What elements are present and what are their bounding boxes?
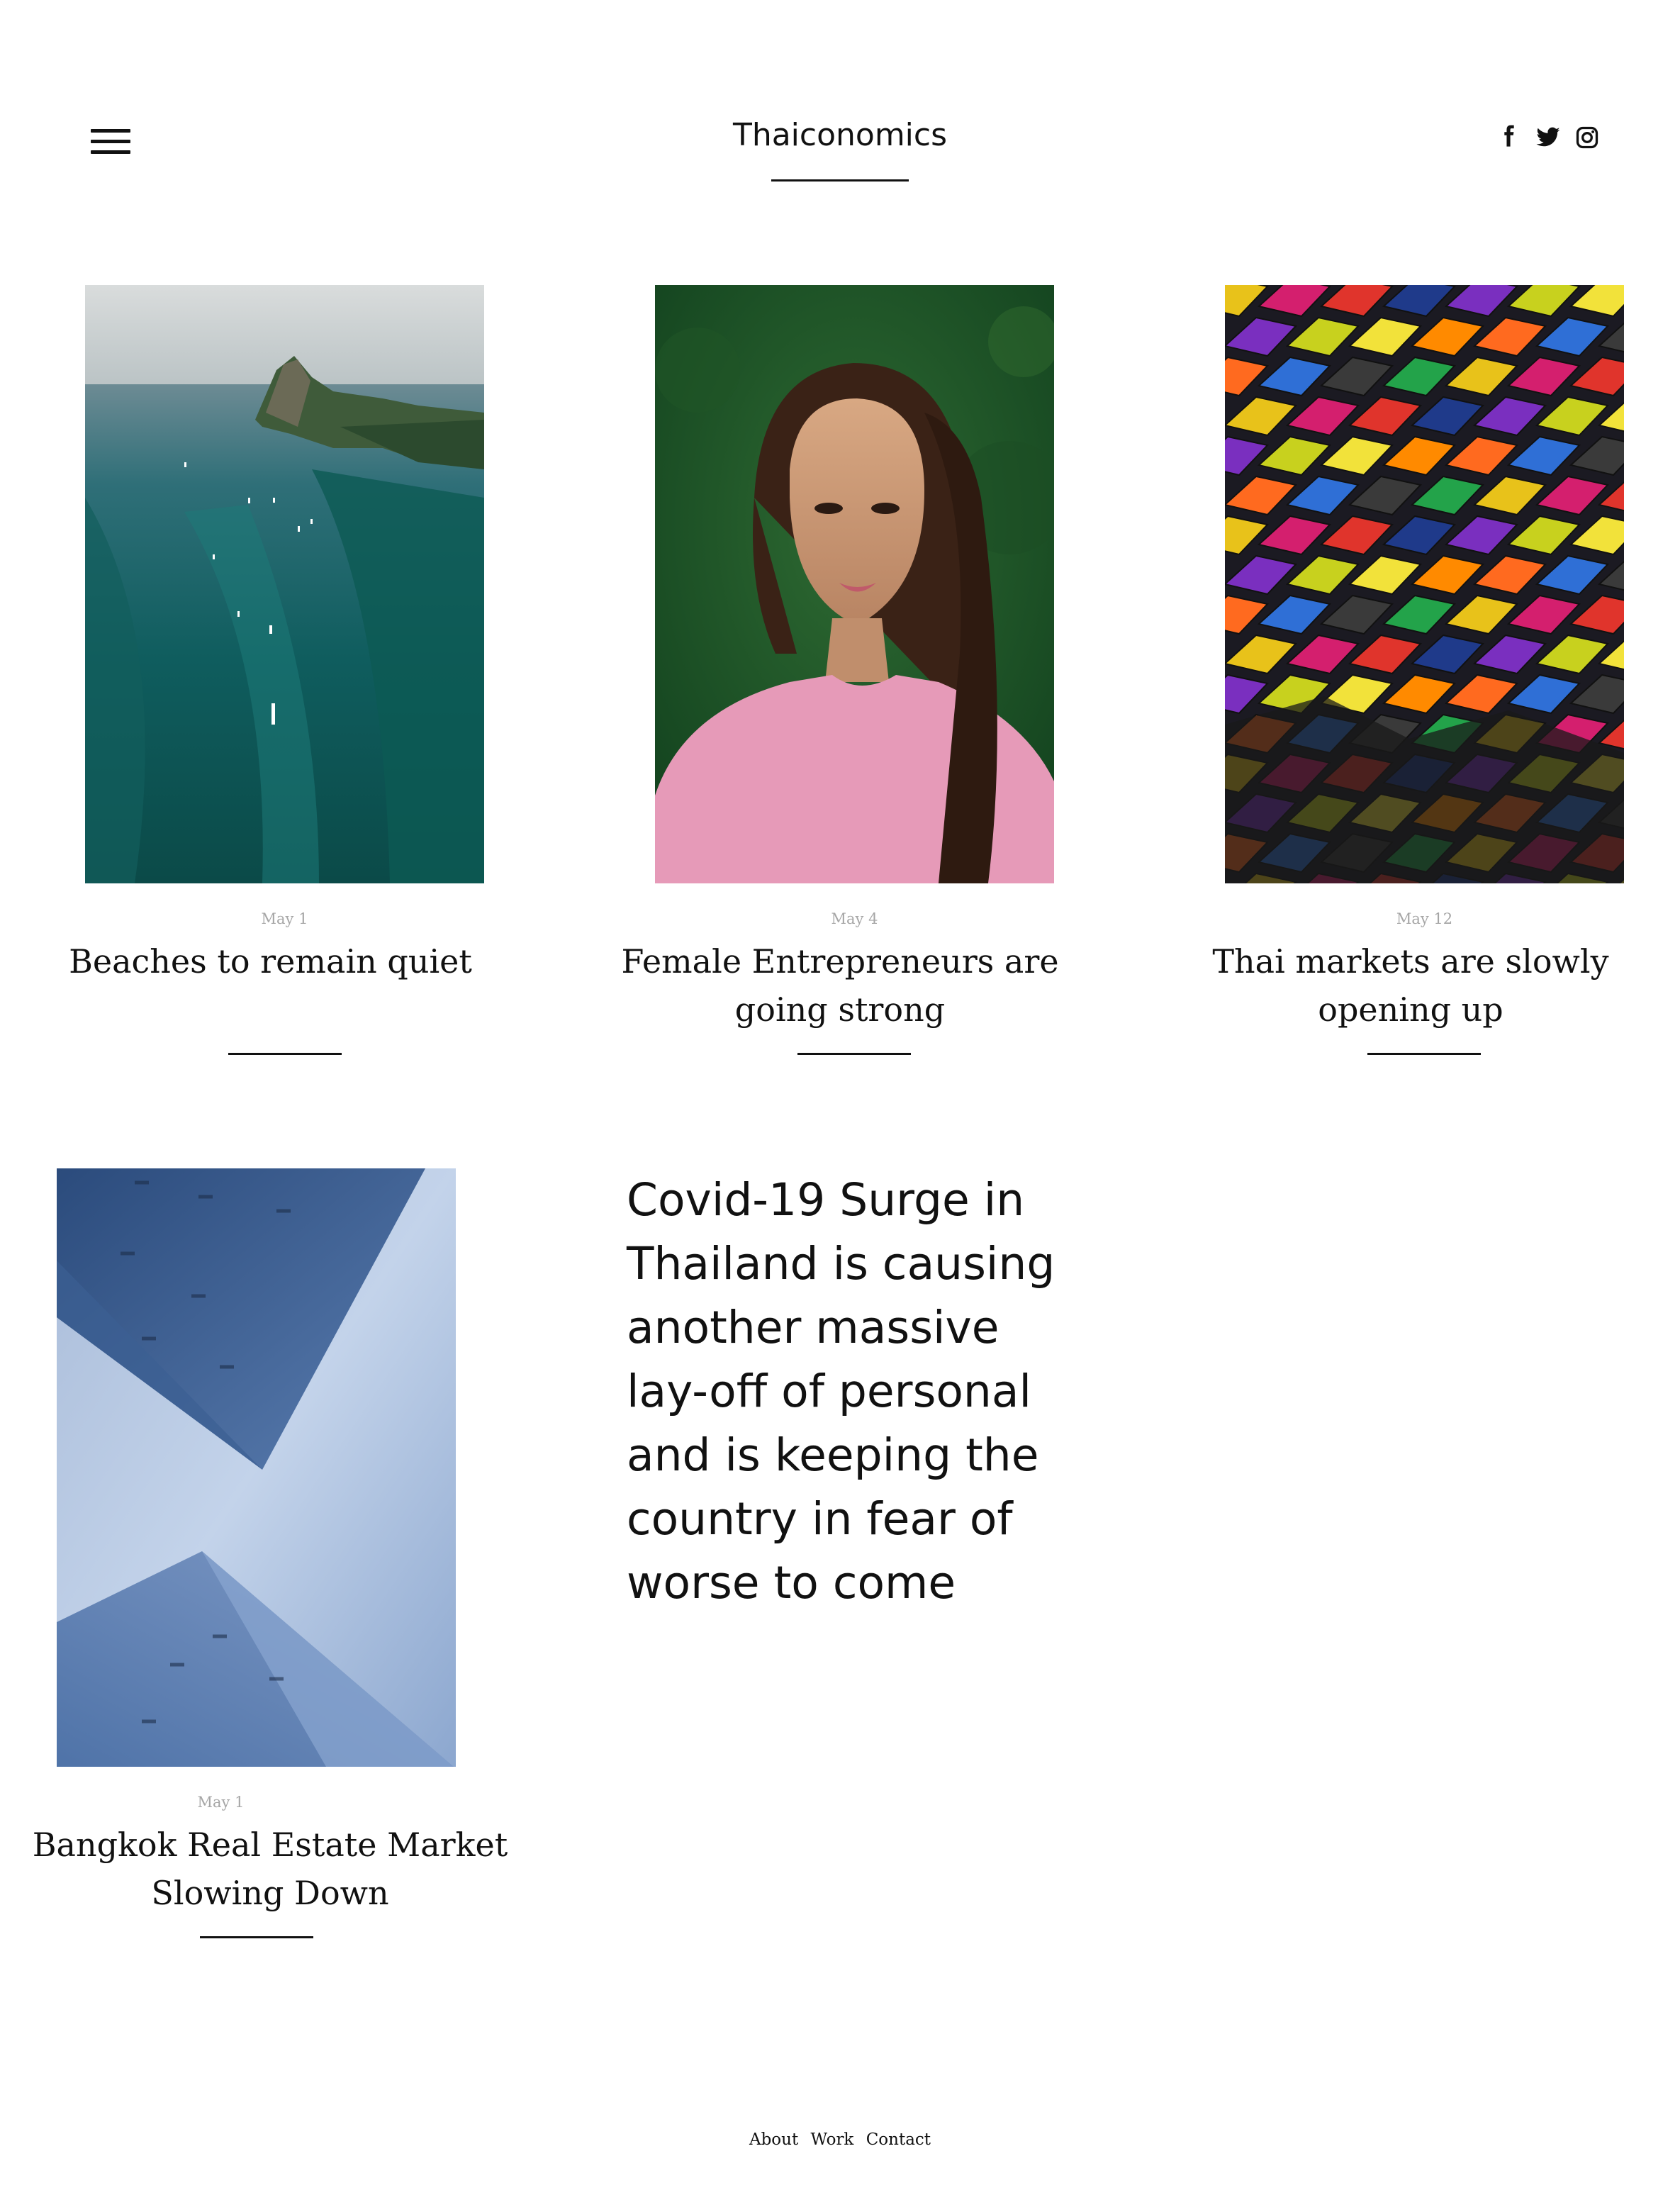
post-image-market[interactable]	[1225, 285, 1624, 883]
facebook-icon[interactable]	[1496, 125, 1522, 150]
post-image-portrait[interactable]	[655, 285, 1054, 883]
site-title[interactable]: Thaiconomics	[627, 111, 1053, 160]
post-date: May 1	[197, 1794, 245, 1811]
footer-link-contact[interactable]: Contact	[866, 2130, 931, 2149]
post-title[interactable]: Thai markets are slowly opening up	[1191, 937, 1630, 1034]
twitter-icon[interactable]	[1535, 125, 1561, 150]
post-divider	[1367, 1053, 1481, 1055]
post-image-skyscrapers[interactable]	[57, 1168, 456, 1767]
post-date: May 4	[831, 910, 878, 927]
post-date: May 12	[1396, 910, 1453, 927]
post-title[interactable]: Beaches to remain quiet	[50, 937, 491, 985]
post-title[interactable]: Female Entrepreneurs are going strong	[617, 937, 1063, 1034]
hamburger-menu-icon[interactable]	[91, 128, 130, 156]
footer-link-about[interactable]: About	[749, 2130, 798, 2149]
footer-link-work[interactable]: Work	[811, 2130, 854, 2149]
footer-nav: About Work Contact	[627, 2130, 1053, 2149]
post-divider	[228, 1053, 342, 1055]
instagram-icon[interactable]	[1574, 125, 1600, 150]
post-image-beach[interactable]	[85, 285, 484, 883]
post-divider	[797, 1053, 911, 1055]
post-divider	[200, 1936, 313, 1938]
featured-headline[interactable]: Covid-19 Surge in Thailand is causing an…	[627, 1168, 1080, 1615]
title-underline	[771, 179, 909, 181]
post-date: May 1	[261, 910, 308, 927]
post-title[interactable]: Bangkok Real Estate Market Slowing Down	[28, 1821, 512, 1917]
